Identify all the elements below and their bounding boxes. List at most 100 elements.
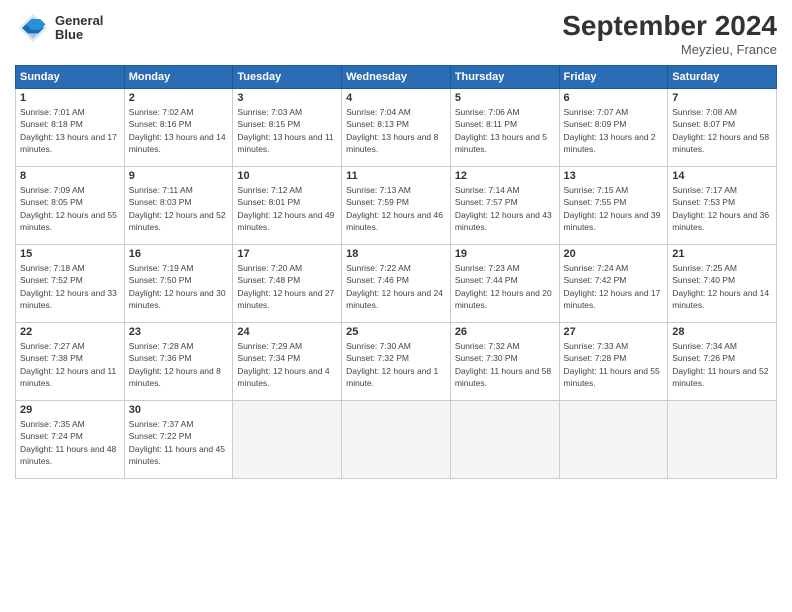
calendar-cell: 5 Sunrise: 7:06 AMSunset: 8:11 PMDaylight… [450,89,559,167]
day-number: 9 [129,170,229,182]
header-row: Sunday Monday Tuesday Wednesday Thursday… [16,66,777,89]
title-block: September 2024 Meyzieu, France [562,10,777,57]
calendar-cell: 25 Sunrise: 7:30 AMSunset: 7:32 PMDayligh… [342,323,451,401]
calendar-cell [559,401,668,479]
calendar-cell [342,401,451,479]
calendar-cell [233,401,342,479]
calendar-cell: 7 Sunrise: 7:08 AMSunset: 8:07 PMDaylight… [668,89,777,167]
logo-line1: General [55,14,103,28]
calendar-cell: 1 Sunrise: 7:01 AMSunset: 8:18 PMDaylight… [16,89,125,167]
day-number: 20 [564,248,664,260]
calendar-cell: 10 Sunrise: 7:12 AMSunset: 8:01 PMDayligh… [233,167,342,245]
day-info: Sunrise: 7:11 AMSunset: 8:03 PMDaylight:… [129,184,229,233]
day-number: 19 [455,248,555,260]
day-number: 26 [455,326,555,338]
calendar-row: 8Sunrise: 7:09 AMSunset: 8:05 PMDaylight… [16,167,777,245]
day-info: Sunrise: 7:22 AMSunset: 7:46 PMDaylight:… [346,262,446,311]
calendar-cell: 29 Sunrise: 7:35 AMSunset: 7:24 PMDayligh… [16,401,125,479]
logo: General Blue [15,10,103,46]
day-info: Sunrise: 7:17 AMSunset: 7:53 PMDaylight:… [672,184,772,233]
day-info: Sunrise: 7:30 AMSunset: 7:32 PMDaylight:… [346,340,446,389]
calendar-cell: 6Sunrise: 7:07 AMSunset: 8:09 PMDaylight… [559,89,668,167]
day-number: 13 [564,170,664,182]
day-number: 5 [455,92,555,104]
page: General Blue September 2024 Meyzieu, Fra… [0,0,792,612]
day-number: 1 [20,92,120,104]
day-info: Sunrise: 7:29 AMSunset: 7:34 PMDaylight:… [237,340,337,389]
calendar-cell: 12 Sunrise: 7:14 AMSunset: 7:57 PMDayligh… [450,167,559,245]
calendar-cell: 21 Sunrise: 7:25 AMSunset: 7:40 PMDayligh… [668,245,777,323]
day-number: 7 [672,92,772,104]
day-info: Sunrise: 7:07 AMSunset: 8:09 PMDaylight:… [564,106,664,155]
day-number: 18 [346,248,446,260]
day-info: Sunrise: 7:32 AMSunset: 7:30 PMDaylight:… [455,340,555,389]
day-number: 15 [20,248,120,260]
calendar-cell: 30 Sunrise: 7:37 AMSunset: 7:22 PMDayligh… [124,401,233,479]
day-number: 29 [20,404,120,416]
logo-icon [15,10,51,46]
col-sunday: Sunday [16,66,125,89]
calendar-cell: 16 Sunrise: 7:19 AMSunset: 7:50 PMDayligh… [124,245,233,323]
day-info: Sunrise: 7:14 AMSunset: 7:57 PMDaylight:… [455,184,555,233]
day-number: 12 [455,170,555,182]
day-info: Sunrise: 7:01 AMSunset: 8:18 PMDaylight:… [20,106,120,155]
day-info: Sunrise: 7:02 AMSunset: 8:16 PMDaylight:… [129,106,229,155]
calendar-cell [450,401,559,479]
day-info: Sunrise: 7:08 AMSunset: 8:07 PMDaylight:… [672,106,772,155]
header: General Blue September 2024 Meyzieu, Fra… [15,10,777,57]
day-info: Sunrise: 7:12 AMSunset: 8:01 PMDaylight:… [237,184,337,233]
day-number: 2 [129,92,229,104]
calendar-cell: 23Sunrise: 7:28 AMSunset: 7:36 PMDayligh… [124,323,233,401]
col-tuesday: Tuesday [233,66,342,89]
day-number: 3 [237,92,337,104]
calendar-cell: 9 Sunrise: 7:11 AMSunset: 8:03 PMDaylight… [124,167,233,245]
calendar-row: 22Sunrise: 7:27 AMSunset: 7:38 PMDayligh… [16,323,777,401]
day-info: Sunrise: 7:34 AMSunset: 7:26 PMDaylight:… [672,340,772,389]
location: Meyzieu, France [562,42,777,57]
calendar-cell: 11Sunrise: 7:13 AMSunset: 7:59 PMDayligh… [342,167,451,245]
calendar-cell: 3 Sunrise: 7:03 AMSunset: 8:15 PMDaylight… [233,89,342,167]
day-number: 17 [237,248,337,260]
calendar-cell: 24 Sunrise: 7:29 AMSunset: 7:34 PMDayligh… [233,323,342,401]
day-number: 14 [672,170,772,182]
calendar-cell: 18 Sunrise: 7:22 AMSunset: 7:46 PMDayligh… [342,245,451,323]
day-info: Sunrise: 7:15 AMSunset: 7:55 PMDaylight:… [564,184,664,233]
day-number: 16 [129,248,229,260]
day-number: 25 [346,326,446,338]
calendar-cell: 20 Sunrise: 7:24 AMSunset: 7:42 PMDayligh… [559,245,668,323]
day-number: 10 [237,170,337,182]
calendar-row: 1 Sunrise: 7:01 AMSunset: 8:18 PMDaylight… [16,89,777,167]
calendar-cell: 2 Sunrise: 7:02 AMSunset: 8:16 PMDaylight… [124,89,233,167]
calendar-cell: 22Sunrise: 7:27 AMSunset: 7:38 PMDayligh… [16,323,125,401]
day-number: 4 [346,92,446,104]
day-number: 24 [237,326,337,338]
day-info: Sunrise: 7:23 AMSunset: 7:44 PMDaylight:… [455,262,555,311]
day-info: Sunrise: 7:24 AMSunset: 7:42 PMDaylight:… [564,262,664,311]
day-number: 23 [129,326,229,338]
day-info: Sunrise: 7:35 AMSunset: 7:24 PMDaylight:… [20,418,120,467]
day-info: Sunrise: 7:27 AMSunset: 7:38 PMDaylight:… [20,340,120,389]
day-info: Sunrise: 7:04 AMSunset: 8:13 PMDaylight:… [346,106,446,155]
day-info: Sunrise: 7:25 AMSunset: 7:40 PMDaylight:… [672,262,772,311]
day-info: Sunrise: 7:09 AMSunset: 8:05 PMDaylight:… [20,184,120,233]
day-info: Sunrise: 7:06 AMSunset: 8:11 PMDaylight:… [455,106,555,155]
calendar-cell: 19 Sunrise: 7:23 AMSunset: 7:44 PMDayligh… [450,245,559,323]
day-info: Sunrise: 7:37 AMSunset: 7:22 PMDaylight:… [129,418,229,467]
col-monday: Monday [124,66,233,89]
day-info: Sunrise: 7:18 AMSunset: 7:52 PMDaylight:… [20,262,120,311]
col-thursday: Thursday [450,66,559,89]
day-number: 30 [129,404,229,416]
col-saturday: Saturday [668,66,777,89]
day-info: Sunrise: 7:19 AMSunset: 7:50 PMDaylight:… [129,262,229,311]
calendar-cell: 17 Sunrise: 7:20 AMSunset: 7:48 PMDayligh… [233,245,342,323]
calendar-row: 15 Sunrise: 7:18 AMSunset: 7:52 PMDayligh… [16,245,777,323]
day-info: Sunrise: 7:03 AMSunset: 8:15 PMDaylight:… [237,106,337,155]
day-info: Sunrise: 7:13 AMSunset: 7:59 PMDaylight:… [346,184,446,233]
logo-text: General Blue [55,14,103,43]
calendar-table: Sunday Monday Tuesday Wednesday Thursday… [15,65,777,479]
day-number: 21 [672,248,772,260]
calendar-cell: 27Sunrise: 7:33 AMSunset: 7:28 PMDayligh… [559,323,668,401]
col-wednesday: Wednesday [342,66,451,89]
calendar-cell [668,401,777,479]
day-info: Sunrise: 7:20 AMSunset: 7:48 PMDaylight:… [237,262,337,311]
